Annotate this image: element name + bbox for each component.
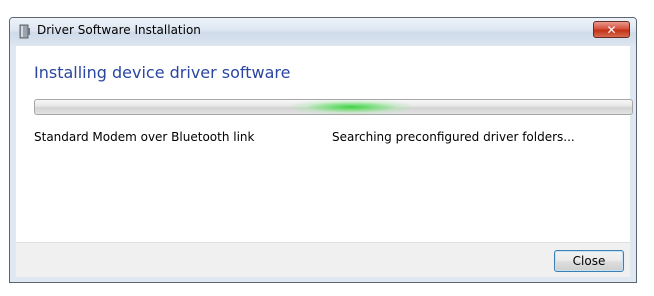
button-bar: Close [16, 242, 630, 277]
device-icon [19, 24, 30, 39]
progress-indicator [291, 100, 412, 114]
driver-install-window: Driver Software Installation ✕ Installin… [9, 17, 637, 283]
title-bar[interactable]: Driver Software Installation ✕ [10, 18, 636, 45]
window-close-button[interactable]: ✕ [593, 21, 630, 38]
status-text: Searching preconfigured driver folders..… [332, 130, 575, 144]
progress-bar [34, 99, 633, 115]
window-title: Driver Software Installation [37, 23, 201, 37]
close-button[interactable]: Close [554, 250, 624, 272]
close-icon: ✕ [606, 22, 617, 37]
content-area: Installing device driver software Standa… [16, 46, 633, 242]
device-name: Standard Modem over Bluetooth link [34, 130, 255, 144]
page-heading: Installing device driver software [34, 63, 291, 82]
